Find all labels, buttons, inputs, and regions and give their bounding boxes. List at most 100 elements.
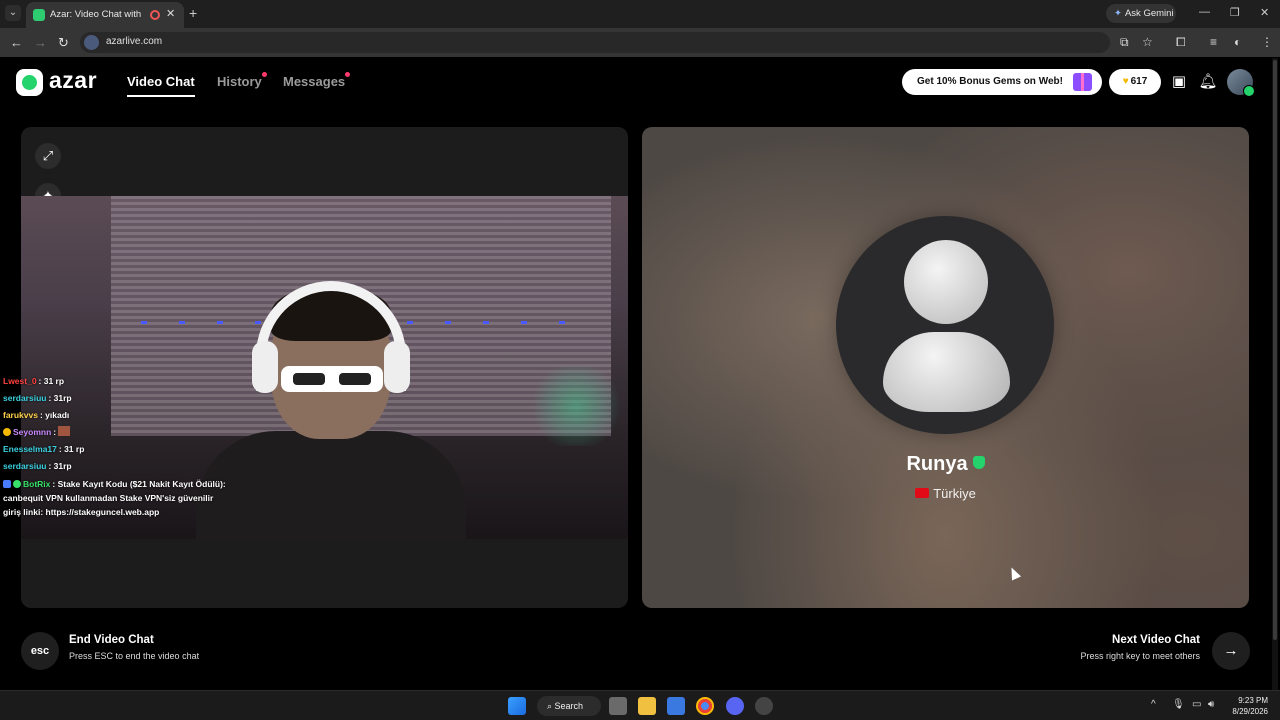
chrome-menu-icon[interactable]: ⋮	[1261, 35, 1273, 49]
task-view-icon[interactable]	[609, 697, 627, 715]
chat-user: Seyomnn	[13, 427, 52, 437]
url-text: azarlive.com	[106, 36, 163, 47]
scrollbar-thumb[interactable]	[1273, 60, 1277, 640]
white-sunglasses	[281, 366, 383, 392]
partner-name-row: Runya	[642, 453, 1249, 476]
minimize-icon[interactable]: —	[1199, 6, 1210, 18]
clock-time: 9:23 PM	[1238, 696, 1268, 705]
bonus-gems-promo-button[interactable]: Get 10% Bonus Gems on Web!	[902, 69, 1102, 95]
messages-notification-dot	[345, 72, 350, 77]
chat-emote-icon	[58, 426, 71, 436]
obs-icon[interactable]	[755, 697, 773, 715]
omnibox[interactable]: azarlive.com	[80, 32, 1110, 53]
chat-message: : yıkadı	[39, 410, 70, 420]
partner-avatar-placeholder	[836, 216, 1054, 434]
chat-user: farukvvs	[3, 410, 38, 420]
bookmark-star-icon[interactable]: ☆	[1142, 35, 1153, 49]
address-bar: ← → ↻ azarlive.com ⧉ ☆ ⧠ ≡ ◐ ⋮	[0, 28, 1280, 57]
default-user-icon	[904, 240, 988, 324]
history-notification-dot	[262, 72, 267, 77]
reload-icon[interactable]: ↻	[58, 35, 69, 51]
microphone-icon[interactable]: 🎙︎	[1172, 699, 1185, 710]
back-icon[interactable]: ←	[10, 35, 23, 50]
tab-close-icon[interactable]: ✕	[166, 7, 175, 20]
maximize-icon[interactable]: ❐	[1230, 6, 1240, 19]
chat-badge-icon	[3, 428, 11, 436]
nav-history[interactable]: History	[217, 74, 262, 89]
windows-taskbar: ⌕ Search ^ 🎙︎ ▭ 🔊︎ 9:23 PM 8/29/2026	[0, 690, 1280, 720]
chat-message: : 31 rp	[38, 376, 65, 386]
forward-icon[interactable]: →	[34, 35, 47, 50]
green-light	[526, 366, 626, 446]
store-icon[interactable]: ▣	[1168, 71, 1190, 93]
site-info-icon[interactable]	[84, 35, 99, 50]
browser-tab[interactable]: Azar: Video Chat with New ✕	[26, 2, 184, 28]
end-chat-title: End Video Chat	[69, 634, 154, 646]
chat-user: Enesselma17	[3, 444, 57, 454]
verified-badge-icon	[972, 456, 985, 469]
file-explorer-icon[interactable]	[638, 697, 656, 715]
chat-message: : 31rp	[48, 393, 72, 403]
clock-date: 8/29/2026	[1232, 707, 1268, 716]
gemini-label: Ask Gemini	[1124, 8, 1174, 19]
esc-button[interactable]: esc	[21, 632, 59, 670]
chat-message: : 31 rp	[58, 444, 85, 454]
chat-user: BotRix	[23, 479, 51, 489]
tray-overflow-icon[interactable]: ^	[1151, 699, 1156, 710]
user-avatar[interactable]	[1227, 69, 1255, 97]
network-icon[interactable]: ▭	[1192, 699, 1201, 710]
next-chat-hint: Press right key to meet others	[1080, 651, 1200, 661]
close-window-icon[interactable]: ✕	[1260, 6, 1269, 19]
gemini-spark-icon: ✦	[1114, 8, 1122, 19]
tab-search-icon[interactable]: ⌄	[5, 5, 21, 21]
notification-bell-icon[interactable]: 🔔︎	[1197, 71, 1219, 93]
next-chat-title: Next Video Chat	[1112, 634, 1200, 646]
volume-icon[interactable]: 🔊︎	[1208, 699, 1214, 710]
gems-balance-button[interactable]: ♥ 617	[1109, 69, 1161, 95]
windows-start-icon[interactable]	[508, 697, 526, 715]
next-arrow-button[interactable]: →	[1212, 632, 1250, 670]
tab-title: Azar: Video Chat with New	[50, 9, 142, 20]
taskbar-search[interactable]: ⌕ Search	[537, 696, 601, 716]
install-app-icon[interactable]: ⧉	[1120, 35, 1129, 50]
discord-icon[interactable]	[726, 697, 744, 715]
partner-video-panel: Runya Türkiye	[642, 127, 1249, 608]
reading-list-icon[interactable]: ≡	[1210, 35, 1217, 49]
partner-name: Runya	[906, 453, 968, 475]
logo-text: azar	[49, 67, 98, 93]
chat-line: Enesselma17: 31 rp	[3, 441, 233, 458]
nav-video-chat[interactable]: Video Chat	[127, 74, 195, 89]
end-chat-hint: Press ESC to end the video chat	[69, 651, 200, 661]
gem-icon: ♥	[1122, 76, 1129, 87]
azar-logo-icon[interactable]	[16, 69, 43, 96]
chat-user: Lwest_0	[3, 376, 37, 386]
nav-messages[interactable]: Messages	[283, 74, 345, 89]
chrome-taskbar-icon[interactable]	[696, 697, 714, 715]
chat-line: farukvvs: yıkadı	[3, 407, 233, 424]
promo-label: Get 10% Bonus Gems on Web!	[917, 76, 1063, 87]
expand-icon[interactable]: ⤢	[35, 143, 61, 169]
store-app-icon[interactable]	[667, 697, 685, 715]
extensions-icon[interactable]: ⧠	[1176, 35, 1186, 50]
browser-tab-bar: ⌄ Azar: Video Chat with New ✕ + ✦Ask Gem…	[0, 0, 1280, 28]
taskbar-clock[interactable]: 9:23 PM 8/29/2026	[1228, 695, 1268, 717]
my-video-panel: ⤢ ✦	[21, 127, 628, 608]
chat-user: serdarsiuu	[3, 461, 47, 471]
active-nav-underline	[127, 95, 195, 97]
verified-bot-icon	[13, 480, 21, 488]
chat-line: Seyomnn:	[3, 424, 233, 441]
stream-chat-overlay: Lwest_0: 31 rp serdarsiuu: 31rp farukvvs…	[3, 373, 233, 519]
profile-icon[interactable]: ◐	[1234, 35, 1241, 49]
partner-country-row: Türkiye	[642, 486, 1249, 501]
chat-user: serdarsiuu	[3, 393, 47, 403]
chat-message: : 31rp	[48, 461, 72, 471]
recording-icon	[150, 10, 160, 20]
ask-gemini-button[interactable]: ✦ Ask Gemini	[1106, 4, 1176, 23]
new-tab-icon[interactable]: +	[189, 5, 197, 21]
chat-line: serdarsiuu: 31rp	[3, 390, 233, 407]
chat-message: :	[53, 427, 57, 437]
gift-icon	[1073, 73, 1092, 91]
chat-line: serdarsiuu: 31rp	[3, 458, 233, 475]
turkey-flag-icon	[915, 488, 930, 498]
gems-count: 617	[1130, 76, 1148, 87]
